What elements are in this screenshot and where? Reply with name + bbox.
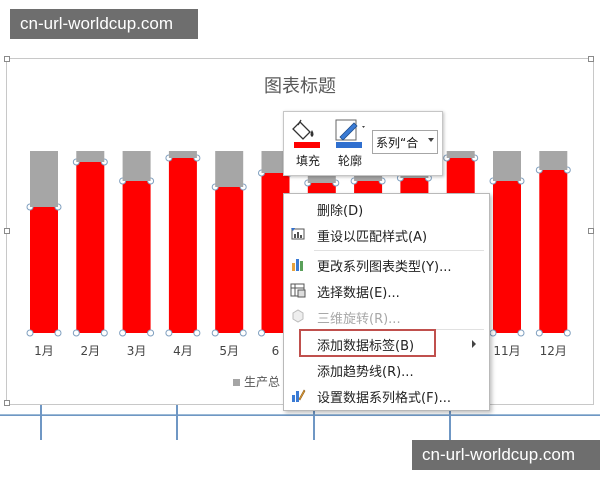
bar-primary-5[interactable]: [215, 187, 244, 333]
selection-handle[interactable]: [258, 329, 265, 337]
outline-color-bar: [336, 142, 362, 148]
selection-handle[interactable]: [489, 329, 497, 337]
selection-handle[interactable]: [54, 329, 62, 337]
menu-item-label: 选择数据(E)...: [317, 286, 400, 301]
bar-secondary-10[interactable]: [446, 151, 475, 158]
change-chart-type-icon: [292, 259, 303, 271]
series-selector-value: 系列“合: [376, 136, 419, 150]
x-tick-label: 1月: [34, 344, 54, 358]
highlight-box: [299, 329, 436, 357]
selection-handle[interactable]: [165, 329, 173, 337]
outline-button[interactable]: 轮廓: [330, 116, 370, 172]
x-tick-label: 3月: [127, 344, 147, 358]
x-tick-label: 5月: [219, 344, 239, 358]
selection-handle[interactable]: [26, 329, 34, 337]
menu-item-format-data-series[interactable]: 设置数据系列格式(F)...: [284, 383, 489, 407]
bar-secondary-4[interactable]: [168, 151, 197, 158]
legend-swatch: [233, 379, 240, 386]
menu-item-delete[interactable]: 删除(D): [284, 196, 489, 220]
3d-rotation-icon: [292, 309, 304, 323]
menu-item-label: 设置数据系列格式(F)...: [317, 391, 452, 406]
selection-handle[interactable]: [72, 329, 80, 337]
bar-secondary-2[interactable]: [76, 151, 105, 162]
menu-item-label: 更改系列图表类型(Y)...: [317, 260, 452, 275]
x-tick-label: 6: [272, 344, 280, 358]
x-tick-label: 11月: [493, 344, 520, 358]
selection-handle[interactable]: [517, 329, 525, 337]
watermark-bottom: cn-url-worldcup.com: [412, 440, 600, 470]
bar-primary-11[interactable]: [493, 181, 521, 333]
chevron-down-icon: [428, 138, 434, 142]
selection-handle[interactable]: [211, 329, 219, 337]
selection-handle[interactable]: [193, 329, 201, 337]
menu-item-change-chart-type[interactable]: 更改系列图表类型(Y)...: [284, 252, 489, 276]
bar-primary-2[interactable]: [76, 162, 105, 333]
menu-item-reset-style[interactable]: 重设以匹配样式(A): [284, 222, 489, 246]
menu-item-select-data[interactable]: 选择数据(E)...: [284, 278, 489, 302]
context-menu: 删除(D) 重设以匹配样式(A) 更改系列图表类型(Y)... 选择数据(E).…: [283, 193, 490, 411]
menu-item-add-trendline[interactable]: 添加趋势线(R)...: [284, 357, 489, 381]
menu-item-label: 删除(D): [317, 204, 364, 219]
menu-item-label: 三维旋转(R)...: [317, 312, 401, 327]
series-selector-dropdown[interactable]: 系列“合: [372, 130, 438, 154]
chart-legend[interactable]: 生产总: [233, 373, 280, 390]
fill-label: 填充: [295, 154, 320, 168]
reset-style-icon: [291, 228, 305, 240]
fill-color-bar: [294, 142, 320, 148]
x-tick-label: 4月: [173, 344, 193, 358]
outline-label: 轮廓: [337, 154, 362, 168]
selection-handle[interactable]: [119, 329, 127, 337]
bar-primary-1[interactable]: [30, 207, 58, 333]
selection-handle[interactable]: [563, 329, 571, 337]
pen-outline-icon: [335, 119, 365, 148]
bar-secondary-12[interactable]: [539, 151, 568, 170]
format-series-icon: [292, 389, 306, 402]
bar-secondary-5[interactable]: [215, 151, 244, 187]
select-data-icon: [290, 283, 306, 298]
selection-handle[interactable]: [147, 329, 155, 337]
format-mini-toolbar: 填充 轮廓 系列“合: [283, 111, 443, 176]
bar-primary-12[interactable]: [539, 170, 568, 333]
selection-handle[interactable]: [239, 329, 247, 337]
bar-secondary-11[interactable]: [493, 151, 521, 181]
selection-handle[interactable]: [100, 329, 108, 337]
bar-secondary-1[interactable]: [30, 151, 58, 207]
menu-item-label: 添加趋势线(R)...: [317, 365, 414, 380]
bar-primary-3[interactable]: [122, 181, 151, 333]
paint-bucket-icon: [292, 119, 320, 148]
fill-button[interactable]: 填充: [288, 116, 328, 172]
selection-handle[interactable]: [535, 329, 543, 337]
bar-secondary-3[interactable]: [122, 151, 151, 181]
x-tick-label: 12月: [540, 344, 567, 358]
menu-item-3d-rotation[interactable]: 三维旋转(R)...: [284, 304, 489, 328]
legend-label: 生产总: [244, 375, 281, 389]
bar-primary-4[interactable]: [168, 158, 197, 333]
submenu-arrow-icon: [472, 340, 476, 348]
menu-item-label: 重设以匹配样式(A): [317, 230, 428, 245]
x-tick-label: 2月: [80, 344, 100, 358]
